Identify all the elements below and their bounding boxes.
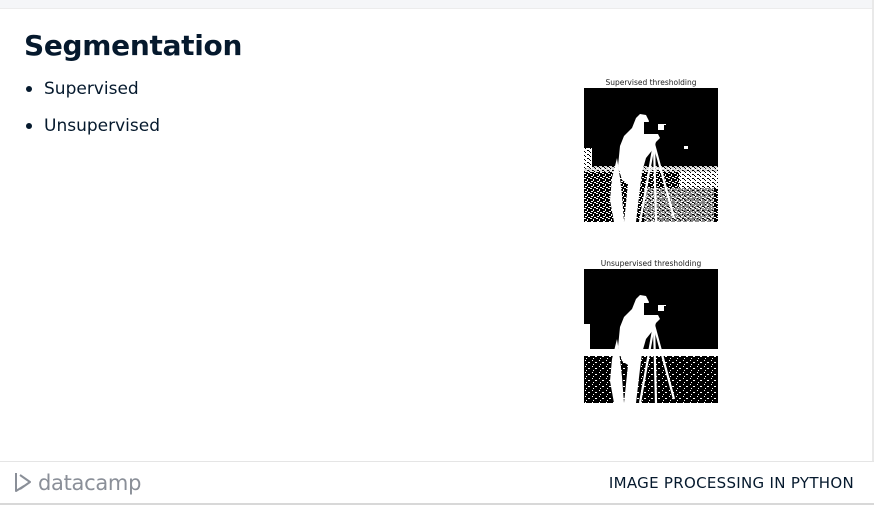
bullet-item-unsupervised: Unsupervised xyxy=(24,115,160,152)
figure-caption: Unsupervised thresholding xyxy=(600,259,702,268)
unsupervised-threshold-image xyxy=(584,269,718,403)
bullet-label: Unsupervised xyxy=(44,116,160,136)
supervised-threshold-figure: Supervised thresholding xyxy=(584,78,718,222)
datacamp-logo: datacamp xyxy=(14,470,141,496)
figure-caption: Supervised thresholding xyxy=(605,78,697,87)
logo-text: datacamp xyxy=(38,471,142,495)
bullet-dot-icon xyxy=(26,123,32,129)
slide-title: Segmentation xyxy=(24,29,243,62)
slide-footer: datacamp IMAGE PROCESSING IN PYTHON xyxy=(0,461,874,505)
course-title: IMAGE PROCESSING IN PYTHON xyxy=(608,474,854,492)
unsupervised-threshold-figure: Unsupervised thresholding xyxy=(584,259,718,403)
bullet-label: Supervised xyxy=(44,79,139,99)
datacamp-logo-icon xyxy=(15,473,31,492)
bullet-list: Supervised Unsupervised xyxy=(24,78,160,152)
top-bar xyxy=(0,0,874,9)
bullet-item-supervised: Supervised xyxy=(24,78,160,115)
supervised-threshold-image xyxy=(584,88,718,222)
bullet-dot-icon xyxy=(26,86,32,92)
